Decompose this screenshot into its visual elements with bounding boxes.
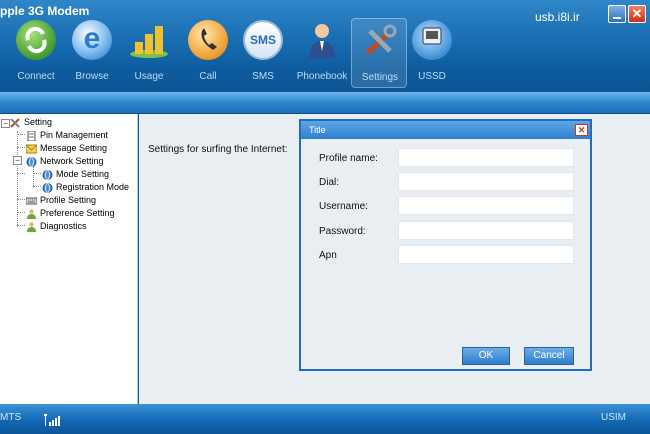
- minimize-button[interactable]: [608, 5, 626, 23]
- tree-item-registration-mode-label: Registration Mode: [56, 182, 130, 192]
- tree-line: [17, 173, 25, 174]
- tree-item-preference-setting[interactable]: Preference Setting: [26, 207, 115, 220]
- tree-item-preference-setting-label: Preference Setting: [40, 208, 115, 218]
- tree-item-mode-setting[interactable]: Mode Setting: [42, 168, 109, 181]
- profile-name-label: Profile name:: [319, 153, 378, 164]
- signal-bars-icon: [44, 414, 60, 426]
- sms-icon: [243, 20, 283, 60]
- profile-name-field[interactable]: [398, 148, 574, 167]
- username-field[interactable]: [398, 196, 574, 215]
- browser-icon: [72, 20, 112, 60]
- dial-field[interactable]: [398, 172, 574, 191]
- tree-item-registration-mode[interactable]: Registration Mode: [42, 181, 129, 194]
- tree-item-mode-setting-label: Mode Setting: [56, 169, 110, 179]
- contact-person-icon: [302, 20, 342, 60]
- profile-dialog: Title ✕ Profile name: Dial: Username: Pa…: [299, 119, 592, 371]
- tree-item-profile-setting-label: Profile Setting: [40, 195, 97, 205]
- tree-collapse-network-icon[interactable]: −: [13, 156, 22, 165]
- ok-button[interactable]: OK: [462, 347, 510, 365]
- tree-line: [17, 147, 25, 148]
- toolbar-ussd-label: USSD: [418, 71, 446, 82]
- toolbar-browse-label: Browse: [75, 71, 109, 82]
- globe-icon: [42, 182, 53, 193]
- toolbar-sms[interactable]: SMS: [235, 18, 291, 88]
- toolbar-usage-label: Usage: [134, 71, 164, 82]
- tree-line: [33, 166, 34, 186]
- toolbar-connect[interactable]: Connect: [8, 18, 64, 88]
- settings-tree: − − Setting Pin Management Message Setti…: [0, 114, 138, 404]
- tree-item-profile-setting[interactable]: Profile Setting: [26, 194, 96, 207]
- status-bar: MTS USIM: [0, 404, 650, 434]
- toolbar-sms-label: SMS: [252, 71, 274, 82]
- apn-label: Apn: [319, 250, 337, 261]
- person-icon: [27, 208, 36, 219]
- tree-item-network-setting-label: Network Setting: [40, 156, 104, 166]
- tree-line: [17, 225, 25, 226]
- tree-item-message-setting[interactable]: Message Setting: [26, 142, 107, 155]
- toolbar: pple 3G Modem usb.i8i.ir ✕ Connect Brows…: [0, 0, 650, 92]
- network-operator: MTS: [0, 412, 22, 423]
- tree-item-diagnostics[interactable]: Diagnostics: [26, 220, 87, 233]
- toolbar-call[interactable]: Call: [180, 18, 236, 88]
- tree-item-setting[interactable]: Setting: [10, 116, 52, 129]
- tools-icon: [360, 21, 400, 61]
- tree-line: [33, 186, 41, 187]
- connect-icon: [16, 20, 56, 60]
- toolbar-browse[interactable]: Browse: [64, 18, 120, 88]
- toolbar-connect-label: Connect: [17, 71, 55, 82]
- toolbar-settings-label: Settings: [361, 72, 399, 83]
- password-field[interactable]: [398, 221, 574, 240]
- keyboard-icon: [26, 197, 37, 205]
- tree-line: [33, 173, 41, 174]
- tree-item-diagnostics-label: Diagnostics: [40, 221, 87, 231]
- tree-item-message-setting-label: Message Setting: [40, 143, 108, 153]
- toolbar-phonebook-label: Phonebook: [296, 71, 348, 82]
- apn-field[interactable]: [398, 245, 574, 264]
- tree-item-setting-label: Setting: [24, 117, 53, 127]
- username-label: Username:: [319, 201, 368, 212]
- dialog-close-button[interactable]: ✕: [575, 124, 588, 136]
- globe-icon: [26, 156, 37, 167]
- phone-icon: [188, 20, 228, 60]
- sim-type: USIM: [601, 412, 626, 423]
- tree-line: [17, 134, 25, 135]
- bar-chart-icon: [129, 20, 169, 60]
- tree-line: [17, 199, 25, 200]
- main-caption: Settings for surfing the Internet:: [148, 144, 288, 155]
- tree-item-pin-management-label: Pin Management: [40, 130, 109, 140]
- toolbar-divider-strip: [0, 92, 650, 114]
- app-title: pple 3G Modem: [0, 4, 90, 18]
- toolbar-ussd[interactable]: USSD: [404, 18, 460, 88]
- settings-tools-icon: [10, 117, 20, 128]
- toolbar-phonebook[interactable]: Phonebook: [294, 18, 350, 88]
- tree-collapse-setting-icon[interactable]: −: [1, 119, 10, 128]
- dial-label: Dial:: [319, 177, 340, 188]
- close-window-button[interactable]: ✕: [628, 5, 646, 23]
- tree-item-pin-management[interactable]: Pin Management: [26, 129, 108, 142]
- ussd-icon: [412, 20, 452, 60]
- dialog-title: Title: [301, 121, 590, 139]
- site-label: usb.i8i.ir: [535, 10, 580, 24]
- toolbar-call-label: Call: [199, 71, 217, 82]
- tree-line: [17, 212, 25, 213]
- document-icon: [27, 130, 36, 141]
- tree-item-network-setting[interactable]: Network Setting: [26, 155, 104, 168]
- globe-icon: [42, 169, 53, 180]
- toolbar-usage[interactable]: Usage: [121, 18, 177, 88]
- toolbar-settings[interactable]: Settings: [351, 18, 407, 88]
- envelope-icon: [26, 144, 37, 154]
- cancel-button[interactable]: Cancel: [524, 347, 574, 365]
- person-icon: [27, 221, 36, 232]
- password-label: Password:: [319, 226, 366, 237]
